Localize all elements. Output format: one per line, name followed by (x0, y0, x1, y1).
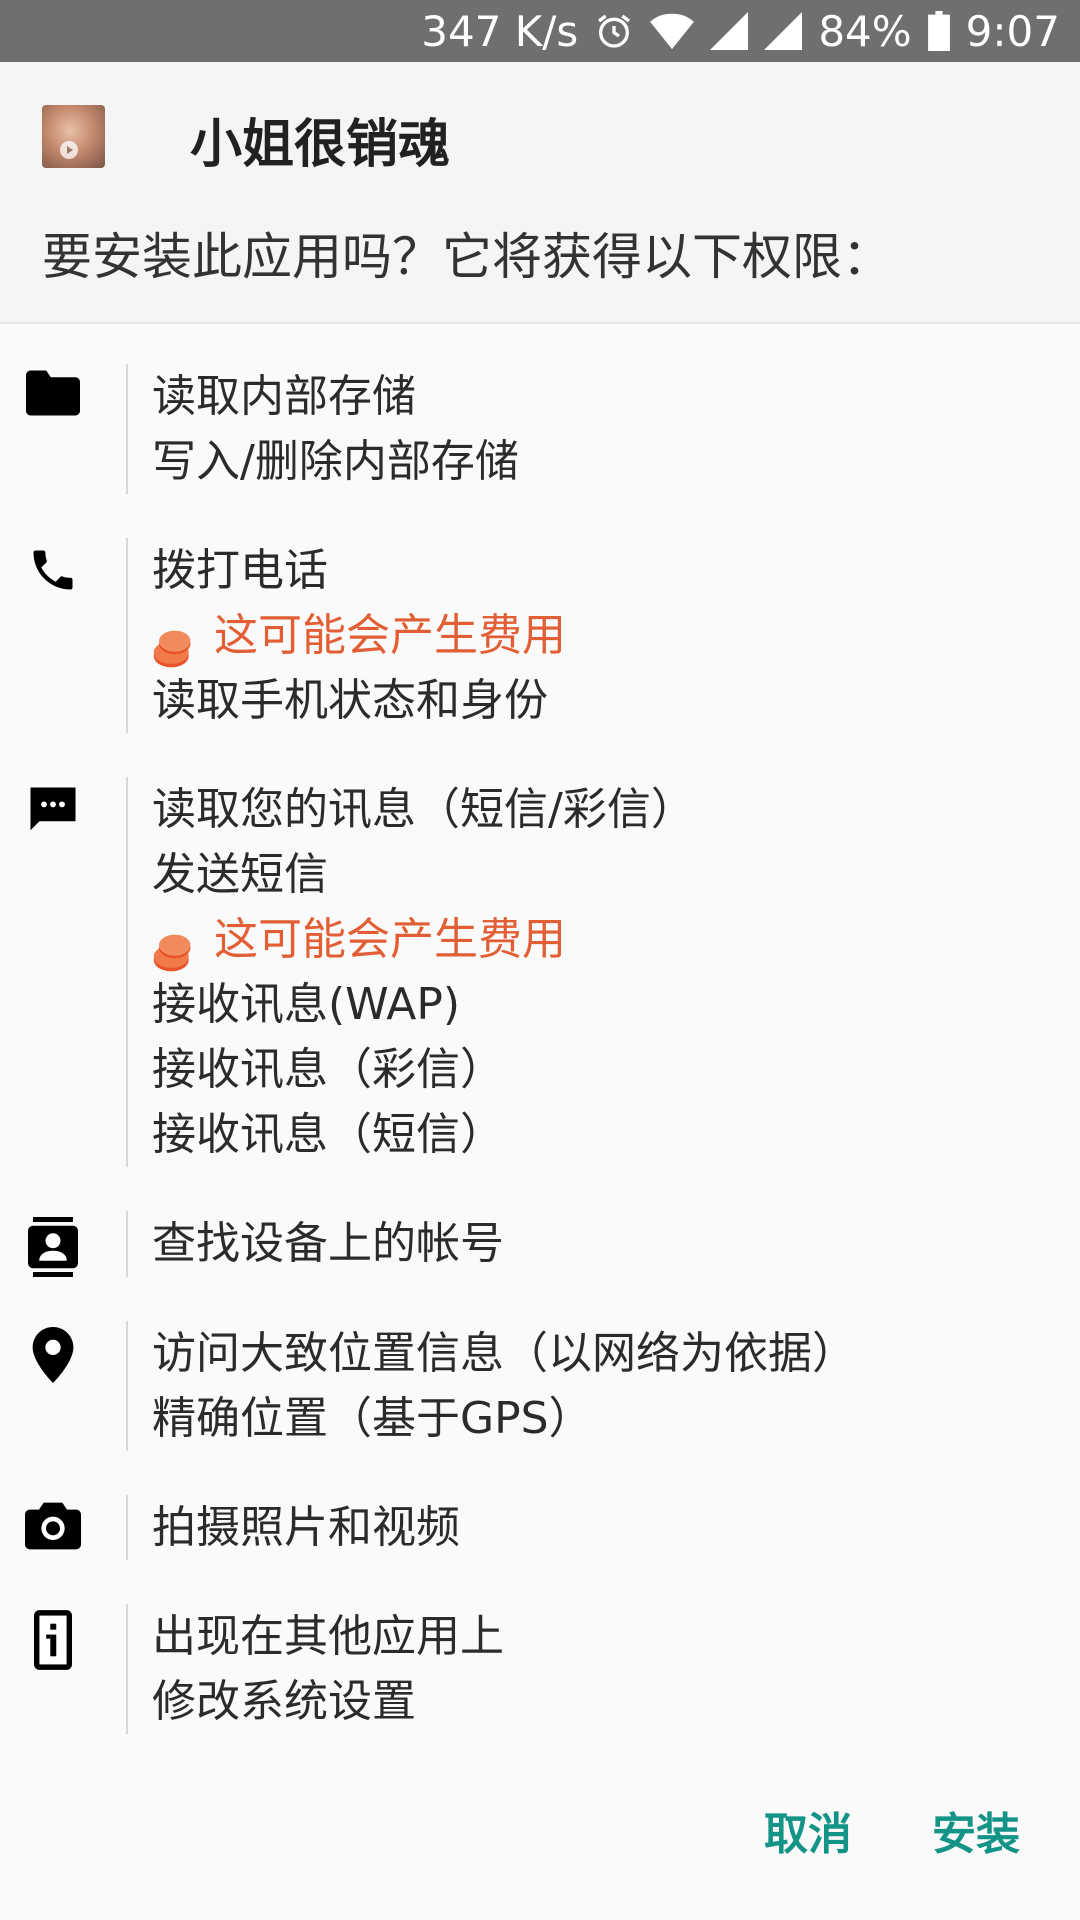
app-name: 小姐很销魂 (190, 115, 451, 175)
permission-item: 拨打电话 (152, 538, 1080, 603)
permission-lines: 查找设备上的帐号 (126, 1211, 1080, 1277)
permission-item: 接收讯息（彩信） (152, 1037, 1080, 1102)
permission-icon-column (0, 1211, 126, 1277)
permission-icon-column (0, 1495, 126, 1560)
permission-group: 访问大致位置信息（以网络为依据） 精确位置（基于GPS） (0, 1321, 1080, 1451)
permission-item: 接收讯息(WAP) (152, 972, 1080, 1037)
permission-item: 读取内部存储 (152, 364, 1080, 429)
play-icon (60, 141, 78, 159)
message-icon (23, 783, 83, 1167)
permission-icon-column (0, 777, 126, 1167)
permission-text: 发送短信 (152, 849, 328, 900)
permission-item: 查找设备上的帐号 (152, 1211, 1080, 1276)
permission-group: 查找设备上的帐号 (0, 1211, 1080, 1277)
status-bar: 347 K/s 84% 9:07 (0, 0, 1080, 62)
location-icon (23, 1327, 83, 1451)
permission-lines: 访问大致位置信息（以网络为依据） 精确位置（基于GPS） (126, 1321, 1080, 1451)
permission-item: 访问大致位置信息（以网络为依据） (152, 1321, 1080, 1386)
cost-warning: 这可能会产生费用 (152, 907, 1080, 972)
permission-text: 接收讯息(WAP) (152, 979, 461, 1030)
wifi-icon (650, 11, 695, 51)
permission-icon-column (0, 538, 126, 733)
permission-item: 出现在其他应用上 (152, 1604, 1080, 1669)
permission-icon-column (0, 1604, 126, 1734)
signal-icon (764, 12, 803, 50)
app-icon (42, 105, 105, 168)
permission-text: 这可能会产生费用 (214, 914, 566, 965)
permission-text: 精确位置（基于GPS） (152, 1393, 593, 1444)
cost-warning: 这可能会产生费用 (152, 603, 1080, 668)
permission-lines: 读取您的讯息（短信/彩信） 发送短信这可能会产生费用接收讯息(WAP) 接收讯息（彩… (126, 777, 1080, 1167)
permission-item: 读取您的讯息（短信/彩信） (152, 777, 1080, 842)
permission-item: 修改系统设置 (152, 1669, 1080, 1734)
permission-item: 接收讯息（短信） (152, 1102, 1080, 1167)
permission-text: 修改系统设置 (152, 1676, 416, 1727)
permission-item: 精确位置（基于GPS） (152, 1386, 1080, 1451)
install-question: 要安装此应用吗？它将获得以下权限： (42, 228, 892, 286)
permission-lines: 出现在其他应用上 修改系统设置 (126, 1604, 1080, 1734)
signal-icon (710, 12, 749, 50)
network-speed: 347 K/s (421, 6, 579, 56)
permission-text: 拨打电话 (152, 545, 328, 596)
permission-lines: 读取内部存储写入/删除内部存储 (126, 364, 1080, 494)
permission-group: 出现在其他应用上 修改系统设置 (0, 1604, 1080, 1734)
coins-icon (152, 623, 194, 667)
permission-text: 接收讯息（短信） (152, 1109, 504, 1160)
permission-lines: 拨打电话这可能会产生费用读取手机状态和身份 (126, 538, 1080, 733)
permission-icon-column (0, 364, 126, 494)
permission-text: 读取您的讯息（短信/彩信） (152, 784, 695, 835)
battery-icon (927, 11, 950, 51)
clock: 9:07 (965, 6, 1060, 56)
phone-icon (23, 544, 83, 733)
permission-item: 拍摄照片和视频 (152, 1495, 1080, 1560)
permission-list[interactable]: 读取内部存储 写入/删除内部存储 拨打电话 这可能会产生费用 读取手机状态和身份 读取您的… (0, 364, 1080, 1778)
permission-group: 拍摄照片和视频 (0, 1495, 1080, 1560)
alarm-icon (594, 11, 634, 51)
permission-text: 读取内部存储 (152, 371, 416, 422)
install-header: 小姐很销魂 要安装此应用吗？它将获得以下权限： (0, 62, 1080, 324)
permission-text: 这可能会产生费用 (214, 610, 566, 661)
permission-lines: 拍摄照片和视频 (126, 1495, 1080, 1560)
permission-item: 写入/删除内部存储 (152, 429, 1080, 494)
permission-item: 发送短信 (152, 842, 1080, 907)
permission-text: 拍摄照片和视频 (152, 1502, 460, 1553)
install-button[interactable]: 安装 (932, 1805, 1020, 1865)
permission-icon-column (0, 1321, 126, 1451)
permission-group: 读取您的讯息（短信/彩信） 发送短信这可能会产生费用接收讯息(WAP) 接收讯息（彩… (0, 777, 1080, 1167)
camera-icon (23, 1501, 83, 1560)
permission-group: 读取内部存储写入/删除内部存储 (0, 364, 1080, 494)
cancel-button[interactable]: 取消 (764, 1805, 852, 1865)
permission-text: 读取手机状态和身份 (152, 675, 548, 726)
overlay-info-icon (23, 1610, 83, 1734)
permission-text: 查找设备上的帐号 (152, 1218, 504, 1269)
permission-item: 读取手机状态和身份 (152, 668, 1080, 733)
permission-text: 出现在其他应用上 (152, 1611, 504, 1662)
coins-icon (152, 927, 194, 971)
folder-icon (23, 370, 83, 494)
permission-text: 接收讯息（彩信） (152, 1044, 504, 1095)
battery-percent: 84% (818, 6, 912, 56)
permission-group: 拨打电话这可能会产生费用读取手机状态和身份 (0, 538, 1080, 733)
permission-text: 访问大致位置信息（以网络为依据） (152, 1328, 856, 1379)
permission-text: 写入/删除内部存储 (152, 436, 519, 487)
contacts-icon (23, 1217, 83, 1277)
